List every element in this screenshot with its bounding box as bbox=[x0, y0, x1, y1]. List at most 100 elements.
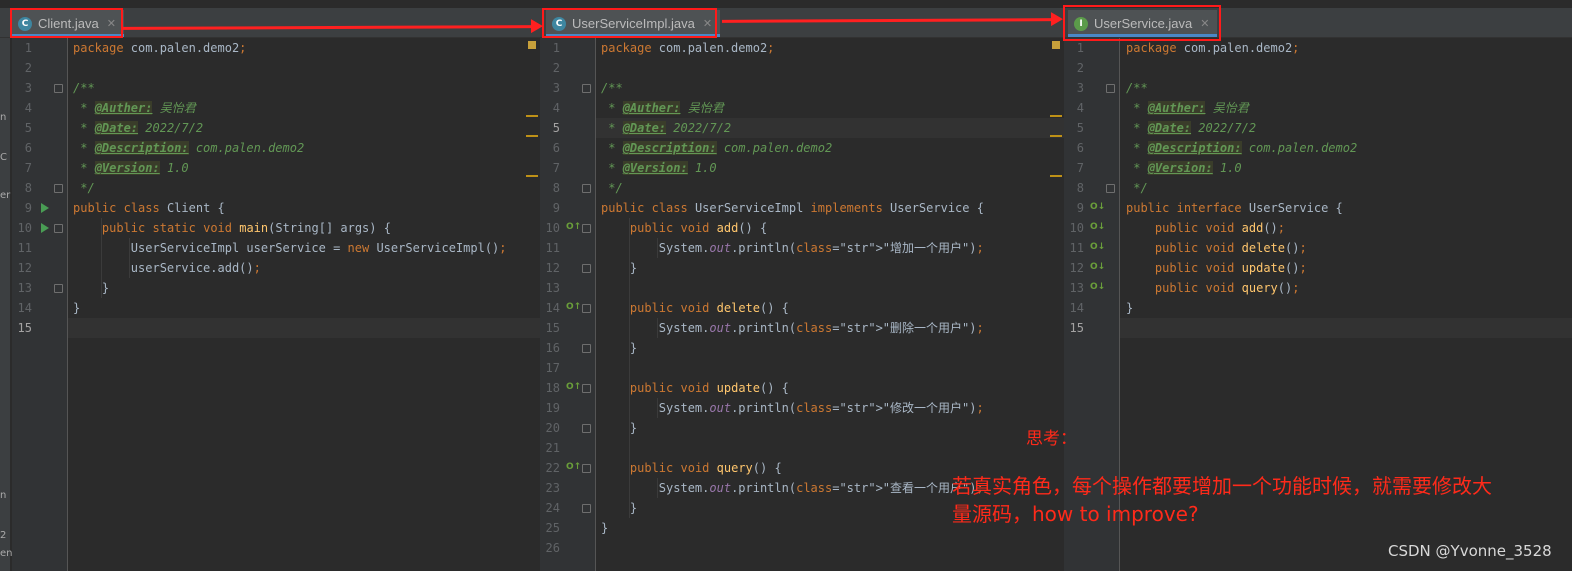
code-line[interactable]: /** bbox=[73, 78, 95, 98]
line-number[interactable]: 2 bbox=[1064, 58, 1084, 78]
code-line[interactable]: * @Auther: 吴怡君 bbox=[1126, 98, 1249, 118]
line-number[interactable]: 14 bbox=[540, 298, 560, 318]
implements-gutter-icon[interactable]: O↑ bbox=[566, 302, 581, 312]
fold-toggle-icon[interactable] bbox=[1106, 84, 1115, 93]
line-number[interactable]: 1 bbox=[1064, 38, 1084, 58]
line-number[interactable]: 3 bbox=[14, 78, 32, 98]
code-line[interactable]: userService.add(); bbox=[73, 258, 261, 278]
fold-toggle-icon[interactable] bbox=[582, 344, 591, 353]
code-line[interactable]: public void update(); bbox=[1126, 258, 1307, 278]
code-line[interactable]: } bbox=[601, 258, 637, 278]
fold-toggle-icon[interactable] bbox=[582, 424, 591, 433]
code-line[interactable]: } bbox=[1126, 298, 1133, 318]
line-number[interactable]: 12 bbox=[14, 258, 32, 278]
line-number[interactable]: 8 bbox=[1064, 178, 1084, 198]
line-number[interactable]: 7 bbox=[540, 158, 560, 178]
scrollbar-marker[interactable] bbox=[1050, 135, 1062, 137]
line-number[interactable]: 10 bbox=[540, 218, 560, 238]
code-line[interactable]: * @Version: 1.0 bbox=[601, 158, 717, 178]
line-number[interactable]: 14 bbox=[1064, 298, 1084, 318]
line-number[interactable]: 6 bbox=[14, 138, 32, 158]
line-number[interactable]: 24 bbox=[540, 498, 560, 518]
implements-gutter-icon[interactable]: O↑ bbox=[566, 382, 581, 392]
line-number[interactable]: 17 bbox=[540, 358, 560, 378]
implements-gutter-icon[interactable]: O↓ bbox=[1090, 222, 1105, 232]
implements-gutter-icon[interactable]: O↑ bbox=[566, 462, 581, 472]
scrollbar-marker[interactable] bbox=[526, 175, 538, 177]
fold-toggle-icon[interactable] bbox=[582, 84, 591, 93]
code-line[interactable]: */ bbox=[1126, 178, 1147, 198]
code-line[interactable]: UserServiceImpl userService = new UserSe… bbox=[73, 238, 507, 258]
code-line[interactable]: /** bbox=[601, 78, 623, 98]
fold-toggle-icon[interactable] bbox=[54, 184, 63, 193]
inspection-status-icon[interactable] bbox=[1052, 41, 1060, 49]
line-number[interactable]: 6 bbox=[540, 138, 560, 158]
line-number[interactable]: 18 bbox=[540, 378, 560, 398]
fold-toggle-icon[interactable] bbox=[582, 504, 591, 513]
code-line[interactable]: public void delete(); bbox=[1126, 238, 1307, 258]
line-number[interactable]: 25 bbox=[540, 518, 560, 538]
code-line[interactable]: * @Version: 1.0 bbox=[73, 158, 189, 178]
code-line[interactable]: package com.palen.demo2; bbox=[601, 38, 774, 58]
line-number[interactable]: 19 bbox=[540, 398, 560, 418]
fold-toggle-icon[interactable] bbox=[582, 184, 591, 193]
line-number[interactable]: 22 bbox=[540, 458, 560, 478]
line-number[interactable]: 14 bbox=[14, 298, 32, 318]
line-number[interactable]: 12 bbox=[540, 258, 560, 278]
line-number[interactable]: 13 bbox=[1064, 278, 1084, 298]
fold-toggle-icon[interactable] bbox=[582, 224, 591, 233]
code-line[interactable]: public void query(); bbox=[1126, 278, 1300, 298]
line-number[interactable]: 5 bbox=[14, 118, 32, 138]
code-line[interactable]: public class UserServiceImpl implements … bbox=[601, 198, 984, 218]
line-number[interactable]: 4 bbox=[1064, 98, 1084, 118]
line-number[interactable]: 2 bbox=[540, 58, 560, 78]
line-number[interactable]: 11 bbox=[1064, 238, 1084, 258]
line-number[interactable]: 6 bbox=[1064, 138, 1084, 158]
run-gutter-icon[interactable] bbox=[41, 203, 49, 213]
code-line[interactable]: package com.palen.demo2; bbox=[73, 38, 246, 58]
line-number[interactable]: 15 bbox=[14, 318, 32, 338]
code-line[interactable]: public interface UserService { bbox=[1126, 198, 1343, 218]
code-line[interactable]: /** bbox=[1126, 78, 1148, 98]
code-line[interactable]: System.out.println(class="str">"查看一个用户")… bbox=[601, 478, 984, 498]
fold-toggle-icon[interactable] bbox=[582, 264, 591, 273]
line-number[interactable]: 20 bbox=[540, 418, 560, 438]
line-number[interactable]: 23 bbox=[540, 478, 560, 498]
fold-toggle-icon[interactable] bbox=[582, 464, 591, 473]
code-line[interactable]: public void add(); bbox=[1126, 218, 1285, 238]
line-number[interactable]: 1 bbox=[14, 38, 32, 58]
code-line[interactable]: System.out.println(class="str">"删除一个用户")… bbox=[601, 318, 984, 338]
inspection-status-icon[interactable] bbox=[528, 41, 536, 49]
line-number[interactable]: 15 bbox=[540, 318, 560, 338]
code-line[interactable]: public class Client { bbox=[73, 198, 225, 218]
line-number[interactable]: 10 bbox=[14, 218, 32, 238]
run-gutter-icon[interactable] bbox=[41, 223, 49, 233]
code-line[interactable]: System.out.println(class="str">"修改一个用户")… bbox=[601, 398, 984, 418]
line-number[interactable]: 7 bbox=[14, 158, 32, 178]
code-line[interactable]: * @Date: 2022/7/2 bbox=[1126, 118, 1256, 138]
line-number[interactable]: 4 bbox=[14, 98, 32, 118]
code-line[interactable]: */ bbox=[601, 178, 622, 198]
code-line[interactable]: * @Date: 2022/7/2 bbox=[73, 118, 203, 138]
side-tool-strip[interactable]: n C er n 2 en bbox=[0, 38, 13, 571]
code-line[interactable]: * @Date: 2022/7/2 bbox=[601, 118, 731, 138]
fold-toggle-icon[interactable] bbox=[582, 384, 591, 393]
line-number[interactable]: 4 bbox=[540, 98, 560, 118]
fold-toggle-icon[interactable] bbox=[582, 304, 591, 313]
fold-toggle-icon[interactable] bbox=[54, 84, 63, 93]
line-number[interactable]: 9 bbox=[14, 198, 32, 218]
scrollbar-marker[interactable] bbox=[526, 135, 538, 137]
fold-toggle-icon[interactable] bbox=[54, 284, 63, 293]
implements-gutter-icon[interactable]: O↓ bbox=[1090, 202, 1105, 212]
line-number[interactable]: 13 bbox=[540, 278, 560, 298]
line-number[interactable]: 2 bbox=[14, 58, 32, 78]
code-line[interactable]: } bbox=[601, 338, 637, 358]
code-line[interactable]: } bbox=[73, 278, 109, 298]
line-number[interactable]: 11 bbox=[540, 238, 560, 258]
line-number[interactable]: 5 bbox=[540, 118, 560, 138]
code-line[interactable]: * @Version: 1.0 bbox=[1126, 158, 1242, 178]
fold-toggle-icon[interactable] bbox=[1106, 184, 1115, 193]
code-line[interactable]: * @Auther: 吴怡君 bbox=[601, 98, 724, 118]
code-line[interactable]: public void query() { bbox=[601, 458, 782, 478]
code-line[interactable]: System.out.println(class="str">"增加一个用户")… bbox=[601, 238, 984, 258]
